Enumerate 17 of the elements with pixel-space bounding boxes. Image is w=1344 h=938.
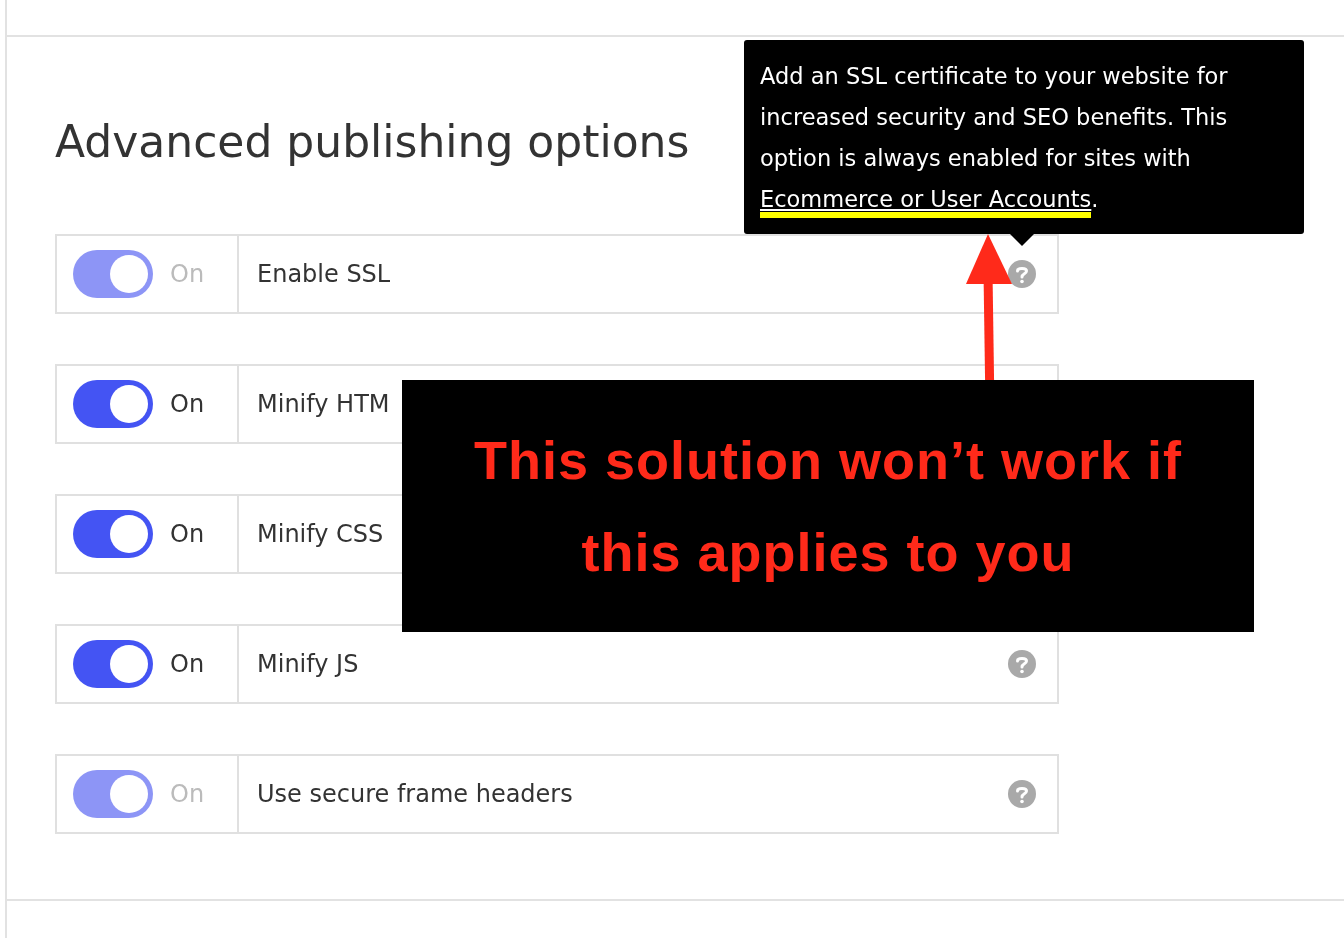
- tooltip-text: Add an SSL certificate to your website for increased security and SEO benefits. This option is always enabled for sites with Ecommerce or User Accounts.: [760, 56, 1290, 220]
- toggle-state-label: On: [170, 780, 205, 808]
- toggle-switch[interactable]: [73, 380, 153, 428]
- tooltip-link[interactable]: Ecommerce or User Accounts: [760, 186, 1092, 218]
- option-label: Enable SSL: [257, 260, 391, 288]
- toggle-switch[interactable]: [73, 640, 153, 688]
- toggle-state-label: On: [170, 390, 205, 418]
- option-label: Minify HTM: [257, 390, 390, 418]
- toggle-state-label: On: [170, 520, 205, 548]
- toggle-state-label: On: [170, 260, 205, 288]
- option-label: Minify CSS: [257, 520, 384, 548]
- toggle-switch[interactable]: [73, 510, 153, 558]
- section-heading: Advanced publishing options: [55, 116, 690, 168]
- option-label: Use secure frame headers: [257, 780, 573, 808]
- toggle-state-label: On: [170, 650, 205, 678]
- callout-text: This solution won’t work if this applies to you: [473, 429, 1183, 584]
- option-label: Minify JS: [257, 650, 359, 678]
